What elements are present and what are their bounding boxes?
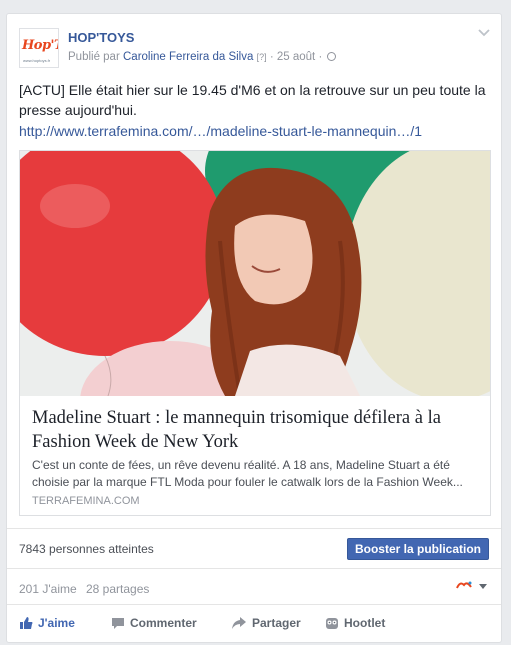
meta-separator: ·: [269, 51, 274, 63]
share-arrow-icon: [232, 617, 246, 629]
logo-text: Hop'Toys: [22, 38, 58, 53]
action-bar: J'aime Commenter Partager Hootlet: [7, 604, 501, 642]
post-meta: Publié par Caroline Ferreira da Silva [?…: [68, 51, 337, 63]
attachment-domain: TERRAFEMINA.COM: [32, 495, 140, 507]
like-button[interactable]: J'aime: [19, 616, 75, 630]
comment-icon: [112, 618, 124, 629]
boost-button[interactable]: Booster la publication: [347, 538, 489, 560]
help-mark[interactable]: [?]: [257, 52, 267, 62]
page-selector-avatar: [455, 579, 473, 593]
post-header: Hop'Toys www.hoptoys.fr HOP'TOYS Publié …: [7, 14, 501, 68]
attachment-image: [20, 151, 490, 396]
post-link[interactable]: http://www.terrafemina.com/…/madeline-st…: [19, 123, 422, 139]
page-selector[interactable]: [455, 579, 489, 595]
like-label: J'aime: [38, 616, 75, 630]
page-selector-logo: [455, 579, 473, 593]
page-name-link[interactable]: HOP'TOYS: [68, 30, 134, 45]
reach-count[interactable]: 7843 personnes atteintes: [19, 542, 154, 556]
published-prefix: Publié par: [68, 51, 120, 63]
meta-separator-2: ·: [318, 51, 323, 63]
logo-url: www.hoptoys.fr: [23, 58, 51, 63]
comment-button[interactable]: Commenter: [111, 616, 197, 630]
globe-icon: [327, 52, 337, 61]
share-label: Partager: [252, 616, 301, 630]
attachment-description: C'est un conte de fées, un rêve devenu r…: [32, 458, 463, 489]
shares-count[interactable]: 28 partages: [86, 582, 149, 596]
post-stats: 201 J'aime 28 partages: [19, 582, 155, 596]
hootlet-label: Hootlet: [344, 616, 386, 630]
caret-down-icon: [479, 584, 487, 589]
reach-row: 7843 personnes atteintes Booster la publ…: [7, 528, 501, 568]
link-attachment[interactable]: Madeline Stuart : le mannequin trisomiqu…: [19, 150, 491, 516]
attachment-photo[interactable]: [20, 151, 490, 396]
attachment-title[interactable]: Madeline Stuart : le mannequin trisomiqu…: [32, 406, 482, 454]
likes-count[interactable]: 201 J'aime: [19, 582, 77, 596]
share-button[interactable]: Partager: [231, 616, 301, 630]
comment-label: Commenter: [130, 616, 197, 630]
page-avatar[interactable]: Hop'Toys www.hoptoys.fr: [19, 28, 59, 68]
hootlet-button[interactable]: Hootlet: [325, 616, 385, 630]
post-card: Hop'Toys www.hoptoys.fr HOP'TOYS Publié …: [6, 13, 502, 643]
post-text: [ACTU] Elle était hier sur le 19.45 d'M6…: [19, 82, 486, 118]
owl-icon: [326, 618, 338, 629]
chevron-down-icon[interactable]: [477, 28, 491, 38]
post-date-link[interactable]: 25 août: [277, 51, 315, 63]
stats-row: 201 J'aime 28 partages: [7, 568, 501, 604]
author-link[interactable]: Caroline Ferreira da Silva: [123, 51, 253, 63]
thumbs-up-icon: [20, 617, 33, 629]
